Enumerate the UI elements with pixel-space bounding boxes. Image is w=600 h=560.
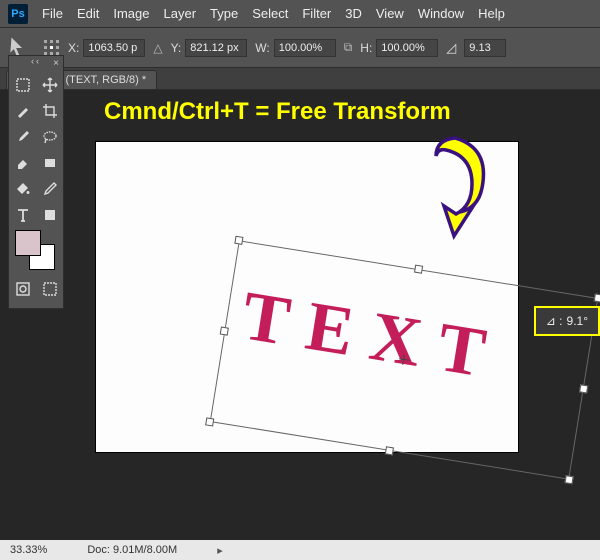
tools-panel: ‹‹×	[8, 55, 64, 309]
x-label: X:	[68, 41, 79, 55]
magic-wand-tool[interactable]	[9, 98, 36, 124]
menu-file[interactable]: File	[42, 6, 63, 21]
delta-toggle-icon[interactable]: △	[153, 41, 162, 55]
screen-mode-tool[interactable]	[36, 276, 63, 302]
menu-view[interactable]: View	[376, 6, 404, 21]
shape-tool[interactable]	[36, 202, 63, 228]
transform-handle-br[interactable]	[565, 475, 574, 484]
annotation-title: Cmnd/Ctrl+T = Free Transform	[104, 98, 451, 126]
h-label: H:	[360, 41, 372, 55]
quick-mask-tool[interactable]	[9, 276, 36, 302]
w-input[interactable]	[274, 39, 336, 57]
y-label: Y:	[171, 41, 182, 55]
h-input[interactable]	[376, 39, 438, 57]
menu-image[interactable]: Image	[113, 6, 149, 21]
annotation-arrow-icon	[400, 130, 510, 250]
workspace: Cmnd/Ctrl+T = Free Transform ⊿ : 9.1° TE…	[0, 90, 600, 540]
type-tool[interactable]	[9, 202, 36, 228]
angle-icon	[446, 40, 456, 56]
menu-edit[interactable]: Edit	[77, 6, 99, 21]
free-transform-box[interactable]: TEXT	[210, 240, 599, 479]
x-input[interactable]	[83, 39, 145, 57]
color-swatches[interactable]	[9, 228, 63, 276]
menu-3d[interactable]: 3D	[345, 6, 362, 21]
w-label: W:	[255, 41, 269, 55]
transform-handle-bm[interactable]	[385, 446, 394, 455]
menu-bar: Ps File Edit Image Layer Type Select Fil…	[0, 0, 600, 28]
angle-input[interactable]	[464, 39, 506, 57]
status-flyout-icon[interactable]: ▸	[217, 544, 223, 557]
marquee-tool[interactable]	[9, 72, 36, 98]
menu-type[interactable]: Type	[210, 6, 238, 21]
zoom-level[interactable]: 33.33%	[10, 544, 47, 556]
eraser-tool[interactable]	[9, 150, 36, 176]
document-tab-bar: @ 33.3% (TEXT, RGB/8) *	[0, 68, 600, 90]
move-tool[interactable]	[36, 72, 63, 98]
tools-close-icon[interactable]: ×	[53, 58, 59, 69]
transform-handle-tr[interactable]	[594, 293, 600, 302]
angle-readout-value: 9.1°	[567, 314, 588, 328]
brush-tool[interactable]	[9, 124, 36, 150]
link-wh-icon[interactable]: ⧉	[344, 40, 353, 55]
transform-handle-ml[interactable]	[220, 327, 229, 336]
y-input[interactable]	[185, 39, 247, 57]
menu-select[interactable]: Select	[252, 6, 288, 21]
app-window: Ps File Edit Image Layer Type Select Fil…	[0, 0, 600, 540]
foreground-color-swatch[interactable]	[15, 230, 41, 256]
menu-layer[interactable]: Layer	[164, 6, 197, 21]
angle-readout-tooltip: ⊿ : 9.1°	[534, 306, 600, 336]
lasso-tool[interactable]	[36, 124, 63, 150]
paint-bucket-tool[interactable]	[9, 176, 36, 202]
doc-info[interactable]: Doc: 9.01M/8.00M	[87, 544, 177, 556]
menu-window[interactable]: Window	[418, 6, 464, 21]
eyedropper-tool[interactable]	[36, 176, 63, 202]
angle-readout-icon: ⊿ :	[546, 314, 563, 328]
transform-handle-tl[interactable]	[234, 236, 243, 245]
tools-panel-header[interactable]: ‹‹×	[9, 56, 63, 72]
status-bar: 33.33% Doc: 9.01M/8.00M ▸	[0, 540, 600, 560]
crop-tool[interactable]	[36, 98, 63, 124]
menu-filter[interactable]: Filter	[302, 6, 331, 21]
transform-handle-tm[interactable]	[414, 265, 423, 274]
transform-handle-bl[interactable]	[205, 417, 214, 426]
transform-handle-mr[interactable]	[579, 384, 588, 393]
rectangle-tool[interactable]	[36, 150, 63, 176]
menu-help[interactable]: Help	[478, 6, 505, 21]
transform-center-icon[interactable]	[398, 354, 409, 365]
options-bar: X: △ Y: W: ⧉ H:	[0, 28, 600, 68]
reference-point-selector[interactable]	[44, 40, 60, 56]
app-logo: Ps	[8, 4, 28, 24]
